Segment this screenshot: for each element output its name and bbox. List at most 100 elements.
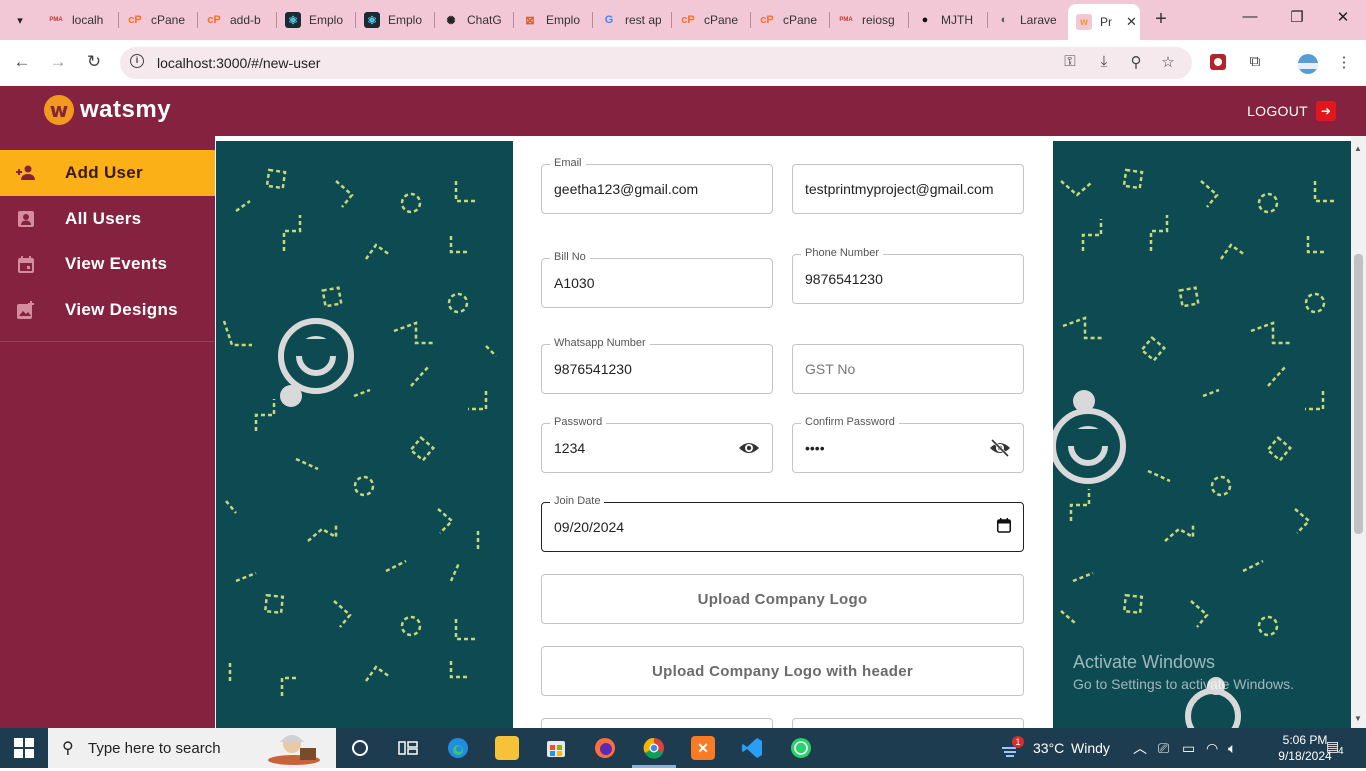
browser-tab[interactable]: PMA localh (40, 6, 119, 34)
back-arrow-icon[interactable]: ← (11, 52, 33, 72)
browser-tab[interactable]: ● MJTH (909, 6, 988, 34)
phone-number-field-value[interactable]: 9876541230 (805, 271, 883, 287)
browser-tab-title: reiosg (862, 13, 895, 27)
browser-tab[interactable]: ◐ Larave (988, 6, 1067, 34)
chrome-icon[interactable] (642, 736, 666, 760)
globe-favicon-icon: ◐ (996, 12, 1012, 28)
file-explorer-icon[interactable] (495, 736, 519, 760)
extensions-puzzle-icon[interactable]: ⧉ (1245, 53, 1265, 73)
site-info-icon[interactable]: i (130, 54, 144, 68)
calendar-picker-icon[interactable] (997, 518, 1013, 534)
gst-no-field[interactable]: GST No (792, 344, 1024, 394)
restore-window-icon[interactable]: ❐ (1287, 8, 1307, 26)
calendar-icon (16, 254, 36, 274)
sidebar-item-all-users[interactable]: All Users (0, 196, 215, 242)
upload-company-logo-button[interactable]: Upload Company Logo (541, 574, 1024, 624)
browser-tab[interactable]: PMA reiosg (830, 6, 909, 34)
close-tab-icon[interactable]: ✕ (1126, 14, 1137, 30)
edge-browser-icon[interactable] (446, 736, 470, 760)
gst-no-placeholder[interactable]: GST No (805, 361, 855, 377)
browser-tab[interactable]: cP cPane (751, 6, 830, 34)
logout-button[interactable]: LOGOUT ➜ (1247, 101, 1336, 121)
url-text[interactable]: localhost:3000/#/new-user (157, 55, 320, 71)
sidebar-item-view-events[interactable]: View Events (0, 241, 215, 287)
sidebar-divider (0, 341, 215, 342)
join-date-field[interactable]: Join Date 09/20/2024 (541, 495, 1024, 552)
browser-menu-icon[interactable]: ⋮ (1334, 53, 1354, 73)
app-root: w watsmy Add User All Users View Events (0, 86, 1366, 738)
reload-icon[interactable]: ↻ (83, 52, 105, 72)
vscode-icon[interactable] (740, 736, 764, 760)
sidebar-item-view-designs[interactable]: View Designs (0, 287, 215, 333)
confirm-password-field-value[interactable]: •••• (805, 440, 825, 456)
volume-icon[interactable]: 🔈︎ (1228, 740, 1236, 757)
task-view-icon[interactable] (396, 736, 420, 760)
firefox-icon[interactable] (593, 736, 617, 760)
extension-red-icon[interactable] (1208, 53, 1228, 73)
phone-number-field[interactable]: Phone Number 9876541230 (792, 247, 1024, 304)
page-scrollbar[interactable]: ▲ ▼ (1351, 136, 1366, 728)
microsoft-store-icon[interactable] (544, 736, 568, 760)
taskbar-search-box[interactable]: ⚲ Type here to search (48, 728, 336, 768)
scroll-up-arrow-icon[interactable]: ▲ (1354, 144, 1362, 153)
watsmy-favicon-icon: w (1076, 14, 1092, 30)
minimize-window-icon[interactable]: — (1240, 8, 1260, 25)
browser-tab[interactable]: cP cPane (672, 6, 751, 34)
browser-tab[interactable]: ⚛ Emplo (277, 6, 356, 34)
whatsapp-number-field-value[interactable]: 9876541230 (554, 361, 632, 377)
weather-condition[interactable]: Windy (1071, 740, 1110, 756)
weather-temperature[interactable]: 33°C (1033, 740, 1064, 756)
confirm-password-field[interactable]: Confirm Password •••• (792, 416, 1024, 473)
show-password-eye-icon[interactable] (738, 438, 760, 458)
meet-now-icon[interactable]: ⎚ (1158, 740, 1169, 757)
activate-windows-watermark: Activate Windows Go to Settings to activ… (1073, 652, 1294, 692)
sidebar-item-add-user[interactable]: Add User (0, 150, 215, 196)
bill-no-field[interactable]: Bill No A1030 (541, 251, 773, 308)
browser-tab[interactable]: ⊠ Emplo (514, 6, 593, 34)
new-tab-button[interactable]: + (1150, 8, 1172, 30)
whatsapp-number-field[interactable]: Whatsapp Number 9876541230 (541, 337, 773, 394)
battery-icon[interactable]: ▭ (1182, 740, 1195, 757)
email-field[interactable]: Email geetha123@gmail.com (541, 157, 773, 214)
password-key-icon[interactable]: ⚿ (1060, 53, 1080, 70)
browser-tab[interactable]: Grest ap (593, 6, 672, 34)
cpanel-favicon-icon: cP (680, 12, 696, 28)
scroll-thumb[interactable] (1354, 254, 1363, 534)
profile-avatar[interactable] (1297, 53, 1318, 74)
password-field[interactable]: Password 1234 (541, 416, 773, 473)
browser-tab[interactable]: ✺ ChatG (435, 6, 514, 34)
wifi-icon[interactable]: ◠ (1206, 740, 1218, 757)
email-field-value[interactable]: geetha123@gmail.com (554, 181, 698, 197)
show-hidden-icons-chevron-icon[interactable]: ︿ (1133, 738, 1147, 758)
xampp-icon[interactable]: ✕ (691, 736, 715, 760)
browser-tab[interactable]: cP cPane (119, 6, 198, 34)
windows-start-icon[interactable] (14, 738, 34, 758)
tab-active[interactable]: w Pr ✕ (1068, 4, 1140, 40)
taskbar-search-placeholder[interactable]: Type here to search (88, 740, 221, 757)
logout-icon: ➜ (1316, 101, 1336, 121)
hide-password-eye-off-icon[interactable] (989, 438, 1011, 458)
taskbar-clock[interactable]: 5:06 PM 9/18/2024 (1278, 732, 1332, 764)
cortana-icon[interactable] (348, 736, 372, 760)
zoom-icon[interactable]: ⚲ (1126, 53, 1146, 71)
install-app-icon[interactable]: ⤓ (1094, 53, 1114, 70)
tab-active-title: Pr (1100, 15, 1112, 29)
browser-tab[interactable]: ⚛ Emplo (356, 6, 435, 34)
secondary-email-field-value[interactable]: testprintmyproject@gmail.com (805, 181, 994, 197)
logout-label: LOGOUT (1247, 103, 1308, 119)
bookmark-star-icon[interactable]: ☆ (1158, 53, 1178, 71)
browser-tab[interactable]: cP add-b (198, 6, 277, 34)
tab-search-menu-button[interactable]: ▾ (8, 8, 32, 32)
password-field-value[interactable]: 1234 (554, 440, 585, 456)
bill-no-field-value[interactable]: A1030 (554, 275, 594, 291)
forward-arrow-icon[interactable]: → (47, 52, 69, 72)
watsmy-logo[interactable]: w watsmy (44, 95, 171, 125)
browser-tab-title: Emplo (388, 13, 423, 27)
secondary-email-field[interactable]: testprintmyproject@gmail.com (792, 164, 1024, 214)
join-date-field-value[interactable]: 09/20/2024 (554, 519, 624, 535)
address-bar[interactable]: i localhost:3000/#/new-user ⚿ ⤓ ⚲ ☆ (120, 47, 1192, 79)
close-window-icon[interactable]: ✕ (1333, 8, 1353, 26)
upload-company-logo-header-button[interactable]: Upload Company Logo with header (541, 646, 1024, 696)
scroll-down-arrow-icon[interactable]: ▼ (1354, 714, 1362, 723)
whatsapp-icon[interactable] (789, 736, 813, 760)
